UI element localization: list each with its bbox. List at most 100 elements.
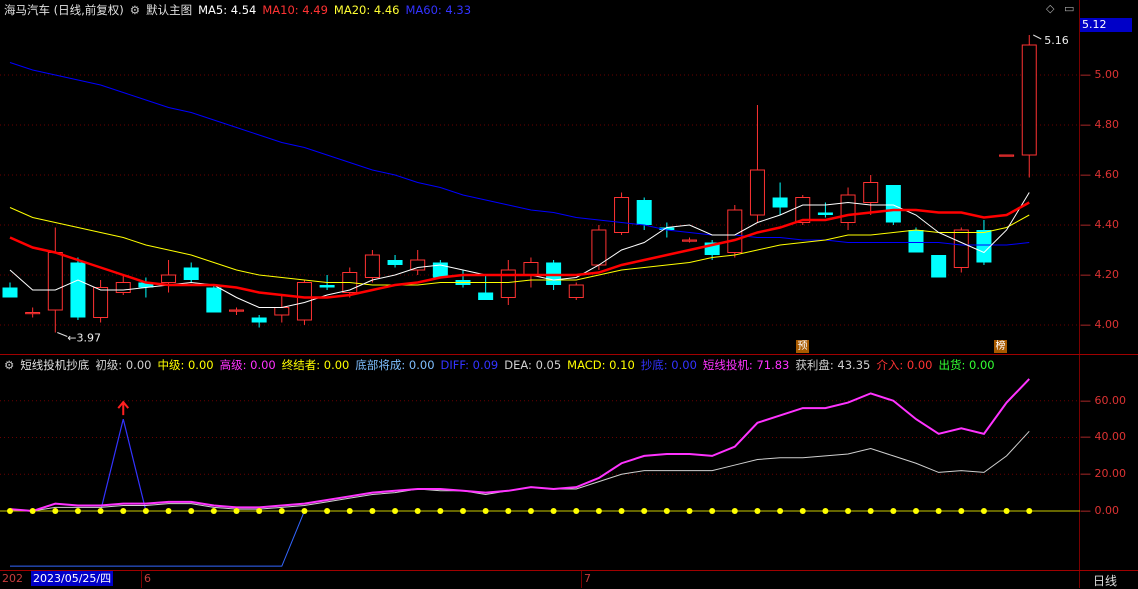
zero-marker xyxy=(256,508,263,515)
high-mark-label: 5.16 xyxy=(1044,34,1069,47)
candle-body xyxy=(727,209,743,253)
indicator-tick: — 40.00 xyxy=(1080,430,1126,444)
zero-marker xyxy=(29,508,36,515)
candle-body xyxy=(229,309,244,312)
zero-marker xyxy=(188,508,195,515)
zero-marker xyxy=(573,508,580,515)
candle-body xyxy=(568,284,584,298)
candle-body xyxy=(749,169,765,216)
zero-marker xyxy=(165,508,172,515)
dip-line xyxy=(10,510,1030,567)
short-spec-line xyxy=(9,378,1030,513)
candle-body xyxy=(70,262,86,318)
zero-marker xyxy=(731,508,738,515)
candle-body xyxy=(161,274,177,283)
zero-marker xyxy=(1026,508,1033,515)
zero-marker xyxy=(550,508,557,515)
zero-marker xyxy=(7,508,13,515)
zero-marker xyxy=(845,508,852,515)
zero-marker xyxy=(301,508,308,515)
candle-body xyxy=(840,194,856,223)
candle-body xyxy=(251,317,267,323)
zero-marker xyxy=(1003,508,1010,515)
ma20-line xyxy=(9,207,1030,286)
zero-marker xyxy=(505,508,512,515)
zero-marker xyxy=(958,508,965,515)
profit-line xyxy=(9,430,1030,512)
zero-marker xyxy=(278,508,285,515)
zero-marker xyxy=(663,508,670,515)
price-tick: — 4.00 xyxy=(1080,318,1119,331)
zero-marker xyxy=(822,508,829,515)
price-tick: — 5.00 xyxy=(1080,68,1119,81)
zero-marker xyxy=(709,508,716,515)
zero-marker xyxy=(437,508,444,515)
zero-marker xyxy=(369,508,376,515)
candle-body xyxy=(115,282,131,293)
candle-body xyxy=(2,287,18,298)
candle-body xyxy=(478,292,494,300)
zero-marker xyxy=(527,508,534,515)
spike-line xyxy=(100,418,147,512)
candle-body xyxy=(274,307,290,316)
candle-body xyxy=(931,255,947,278)
candle-body xyxy=(953,229,969,268)
zero-marker xyxy=(392,508,399,515)
candle-body xyxy=(206,287,222,313)
zero-marker xyxy=(324,508,331,515)
candle-body xyxy=(817,212,833,215)
zero-marker xyxy=(641,508,648,515)
candle-body xyxy=(183,267,199,280)
zero-marker xyxy=(890,508,897,515)
zero-marker xyxy=(799,508,806,515)
period-button[interactable]: 日线 xyxy=(1093,572,1117,589)
zero-marker xyxy=(97,508,104,515)
zero-marker xyxy=(754,508,761,515)
indicator-tick: — 0.00 xyxy=(1080,504,1119,518)
zero-marker xyxy=(777,508,784,515)
candle-body xyxy=(772,197,788,208)
candle-body xyxy=(1021,44,1037,156)
chart-canvas[interactable]: 5.16 ←3.97 xyxy=(0,0,1080,588)
zero-marker xyxy=(210,508,217,515)
zero-marker xyxy=(120,508,127,515)
zero-marker xyxy=(460,508,466,515)
candle-body xyxy=(885,185,901,223)
candle-body xyxy=(863,182,879,203)
zero-marker xyxy=(142,508,149,515)
indicator-tick: — 60.00 xyxy=(1080,393,1126,407)
high-mark-arrow xyxy=(1033,34,1042,40)
zero-marker xyxy=(414,508,421,515)
price-tick: — 4.60 xyxy=(1080,168,1119,181)
candle-body xyxy=(682,239,697,242)
zero-marker xyxy=(346,508,353,515)
zero-marker xyxy=(74,508,81,515)
zero-marker xyxy=(867,508,874,515)
zero-marker xyxy=(482,508,489,515)
candle-body xyxy=(999,154,1015,157)
zero-marker xyxy=(686,508,693,515)
indicator-tick: — 20.00 xyxy=(1080,467,1126,481)
signal-arrow-icon xyxy=(117,400,130,416)
candle-body xyxy=(591,229,607,266)
candle-body xyxy=(387,260,403,265)
zero-marker xyxy=(52,508,59,515)
ma60-line xyxy=(9,62,1030,246)
zero-marker xyxy=(913,508,919,515)
candle-body xyxy=(908,230,924,253)
zero-marker xyxy=(618,508,625,515)
zero-marker xyxy=(935,508,942,515)
candle-body xyxy=(93,287,109,318)
candle-body xyxy=(976,230,992,263)
candle-body xyxy=(319,285,335,288)
price-tick: — 4.20 xyxy=(1080,268,1119,281)
candle-body xyxy=(614,197,630,233)
candle-body xyxy=(410,259,426,271)
candle-body xyxy=(25,312,41,315)
candle-body xyxy=(523,262,539,276)
zero-marker xyxy=(980,508,987,515)
low-mark-arrow xyxy=(57,332,68,337)
ma10-line xyxy=(9,201,1030,299)
low-mark-label: ←3.97 xyxy=(67,332,101,345)
candle-body xyxy=(636,200,652,225)
